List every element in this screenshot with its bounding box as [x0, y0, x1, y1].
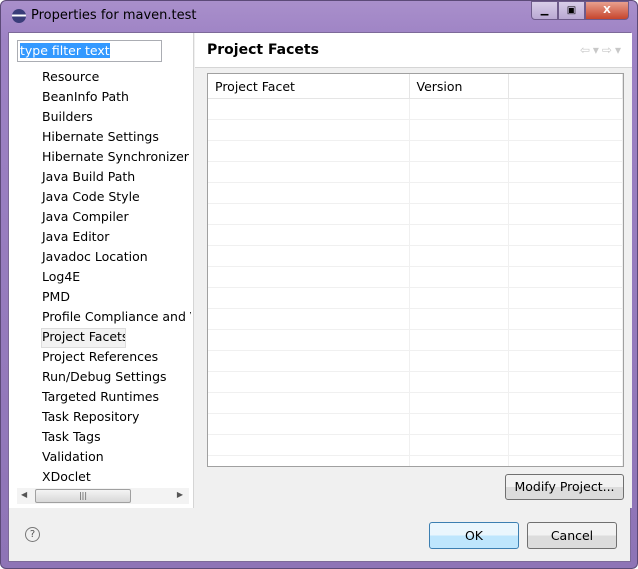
modify-project-button[interactable]: Modify Project... — [505, 474, 624, 500]
tree-item[interactable]: Java Code Style — [41, 188, 191, 208]
table-row — [208, 393, 623, 414]
table-row — [208, 309, 623, 330]
content-pane: Project Facets ⇦▾⇨▾ Project Facet Versio… — [195, 33, 632, 508]
column-header-version[interactable]: Version — [410, 74, 510, 98]
window-title: Properties for maven.test — [31, 8, 197, 23]
tree-item[interactable]: Validation — [41, 448, 191, 468]
property-tree: Resource BeanInfo Path Builders Hibernate S… — [41, 68, 191, 488]
tree-item[interactable]: Profile Compliance and Validation — [41, 308, 191, 328]
table-row — [208, 183, 623, 204]
table-row — [208, 456, 623, 466]
table-row — [208, 246, 623, 267]
tree-item[interactable]: Project Facets — [41, 328, 126, 348]
table-row — [208, 120, 623, 141]
scroll-thumb[interactable]: ||| — [35, 489, 131, 503]
cancel-button[interactable]: Cancel — [527, 522, 617, 549]
table-row — [208, 99, 623, 120]
table-row — [208, 141, 623, 162]
eclipse-icon — [12, 9, 26, 23]
forward-arrow-icon[interactable]: ⇨ — [602, 43, 615, 57]
page-header: Project Facets ⇦▾⇨▾ — [195, 33, 632, 68]
table-row — [208, 330, 623, 351]
maximize-button[interactable]: ▣ — [558, 1, 585, 20]
dialog-body: type filter text Resource BeanInfo Path Bu… — [8, 32, 632, 562]
tree-item[interactable]: Javadoc Location — [41, 248, 191, 268]
page-title: Project Facets — [207, 42, 319, 58]
table-row — [208, 204, 623, 225]
tree-item[interactable]: BeanInfo Path — [41, 88, 191, 108]
tree-item[interactable]: Targeted Runtimes — [41, 388, 191, 408]
tree-item[interactable]: Log4E — [41, 268, 191, 288]
properties-dialog: Properties for maven.test ▁ ▣ X type fil… — [0, 0, 638, 569]
tree-item[interactable]: Hibernate Synchronizer — [41, 148, 191, 168]
tree-item[interactable]: XDoclet — [41, 468, 191, 488]
back-menu-icon[interactable]: ▾ — [593, 43, 602, 57]
table-row — [208, 162, 623, 183]
tree-item[interactable]: Hibernate Settings — [41, 128, 191, 148]
back-arrow-icon[interactable]: ⇦ — [580, 43, 593, 57]
tree-item[interactable]: Project References — [41, 348, 191, 368]
scroll-right-icon[interactable]: ▶ — [177, 490, 183, 499]
column-header-project-facet[interactable]: Project Facet — [208, 74, 410, 98]
tree-item[interactable]: Resource — [41, 68, 191, 88]
table-row — [208, 351, 623, 372]
tree-item[interactable]: Task Repository — [41, 408, 191, 428]
table-row — [208, 288, 623, 309]
facets-table: Project Facet Version — [207, 73, 624, 467]
tree-item[interactable]: Java Editor — [41, 228, 191, 248]
table-row — [208, 225, 623, 246]
tree-item[interactable]: Java Build Path — [41, 168, 191, 188]
tree-item[interactable]: Run/Debug Settings — [41, 368, 191, 388]
scroll-left-icon[interactable]: ◀ — [21, 490, 27, 499]
table-row — [208, 435, 623, 456]
filter-input[interactable]: type filter text — [17, 40, 162, 62]
filter-text: type filter text — [20, 43, 110, 58]
horizontal-scrollbar[interactable]: ◀ ||| ▶ — [17, 488, 189, 504]
navigation-pane: type filter text Resource BeanInfo Path Bu… — [9, 33, 194, 508]
help-icon[interactable]: ? — [25, 527, 40, 542]
tree-item[interactable]: Builders — [41, 108, 191, 128]
ok-button[interactable]: OK — [429, 522, 519, 549]
table-row — [208, 414, 623, 435]
tree-item[interactable]: PMD — [41, 288, 191, 308]
title-bar[interactable]: Properties for maven.test ▁ ▣ X — [1, 1, 637, 31]
forward-menu-icon[interactable]: ▾ — [615, 43, 624, 57]
tree-item[interactable]: Java Compiler — [41, 208, 191, 228]
minimize-button[interactable]: ▁ — [531, 1, 558, 20]
table-row — [208, 267, 623, 288]
tree-item[interactable]: Task Tags — [41, 428, 191, 448]
close-button[interactable]: X — [585, 1, 629, 20]
table-row — [208, 372, 623, 393]
column-header-empty — [509, 74, 623, 98]
